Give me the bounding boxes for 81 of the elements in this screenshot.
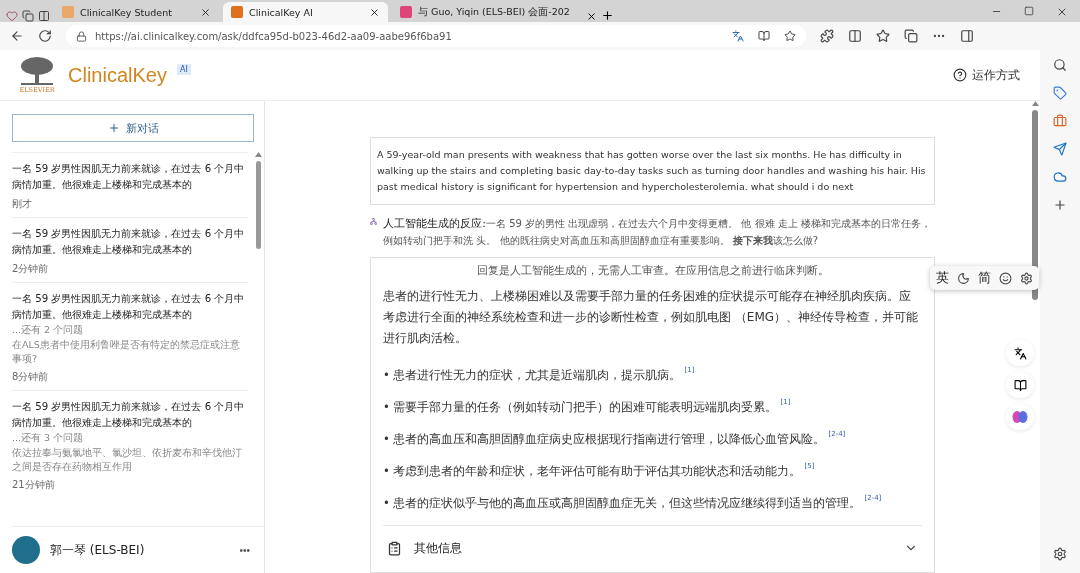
favorites-icon[interactable] [876, 29, 890, 43]
brand-name: ClinicalKey [68, 63, 167, 87]
close-icon[interactable] [369, 6, 380, 18]
emoji-icon[interactable] [999, 271, 1012, 285]
more-questions-note: ...还有 3 个问题 [12, 432, 85, 445]
settings-icon[interactable] [1053, 547, 1067, 561]
close-icon[interactable] [1056, 6, 1068, 18]
user-avatar [12, 536, 40, 564]
split-screen-icon[interactable] [848, 29, 862, 43]
collections-icon[interactable] [904, 29, 918, 43]
scrollbar-thumb[interactable] [255, 161, 261, 249]
conversation-title[interactable]: 一名 59 岁男性因肌无力前来就诊，在过去 6 个月中病情加重。他很难走上楼梯和完成基本的 [12, 291, 248, 323]
add-icon[interactable] [1053, 198, 1067, 212]
close-icon[interactable] [586, 11, 597, 22]
brain-icon [1012, 410, 1028, 424]
ai-response-text: 人工智能生成的反应:一名 59 岁的男性 出现虚弱，在过去六个月中变得更糟。 他 很难 走上 楼梯和完成基本的日常任务，例如转动门把手和洗 头。 他的既往病史对高血压和高胆固醇血症有重要影响。 接下来我该怎么做? [383, 216, 932, 248]
ai-badge: AI [176, 64, 191, 75]
conversation-time: 8分钟前 [12, 370, 50, 384]
disclaimer-text: 回复是人工智能生成的，无需人工审查。在应用信息之前进行临床判断。 [475, 264, 830, 278]
maximize-icon[interactable] [1024, 6, 1034, 16]
tab-actions-icon[interactable] [38, 10, 50, 22]
ime-language-key[interactable]: 英 [936, 269, 949, 287]
conversation-title[interactable]: 一名 59 岁男性因肌无力前来就诊，在过去 6 个月中病情加重。他很难走上楼梯和完成基本的 [12, 226, 248, 258]
more-info-row[interactable]: 其他信息 [383, 525, 922, 570]
tab-favicon-icon [400, 6, 412, 18]
send-icon[interactable] [1053, 142, 1067, 156]
read-aloud-icon[interactable] [758, 30, 770, 42]
cloud-icon[interactable] [1053, 170, 1067, 184]
brain-button[interactable] [1006, 404, 1034, 430]
browser-tab[interactable]: ClinicalKey AI [223, 2, 388, 22]
answer-bullet: • 患者的高血压和高胆固醇血症病史应根据现行指南进行管理，以降低心血管风险。 [383, 431, 826, 447]
settings-icon[interactable] [1020, 271, 1033, 285]
question-box: A 59-year-old man presents with weakness that has gotten worse over the last six months. He has difficulty in walking up the stairs and completing basic day-to-day tasks such as turning door handles and washing his hair. His past medical history is significant for hypertension and hypercholesterolemia. what should i do next [370, 137, 935, 205]
url-text: https://ai.clinicalkey.com/ask/ddfca95d-b023-46d2-aa09-aabe96f6ba91 [95, 30, 452, 42]
browser-tab[interactable]: 与 Guo, Yiqin (ELS-BEI) 会面-202 [392, 2, 582, 22]
answer-bullet: • 患者的症状似乎与他的高血压或高胆固醇血症无关，但这些情况应继续得到适当的管理。 [383, 495, 862, 511]
help-link[interactable]: 运作方式 [953, 66, 1020, 84]
translate-icon[interactable] [732, 30, 744, 42]
user-menu-button[interactable]: ••• [239, 544, 250, 556]
ai-nodes-icon [370, 215, 378, 228]
moon-icon[interactable] [957, 271, 970, 285]
tag-icon[interactable] [1053, 86, 1067, 100]
new-tab-icon[interactable] [601, 9, 614, 22]
conversation-time: 21分钟前 [12, 478, 56, 492]
back-icon[interactable] [10, 29, 24, 43]
tree-logo-icon [19, 56, 55, 86]
user-name: 郭一琴 (ELS-BEI) [50, 541, 145, 559]
briefcase-icon[interactable] [1053, 114, 1067, 128]
followup-question: 在ALS患者中使用利鲁唑是否有特定的禁忌症或注意事项? [12, 338, 241, 366]
conversation-title[interactable]: 一名 59 岁男性因肌无力前来就诊，在过去 6 个月中病情加重。他很难走上楼梯和完成基本的 [12, 161, 248, 193]
tab-favicon-icon [62, 6, 74, 18]
help-icon [953, 68, 967, 82]
ime-script-key[interactable]: 简 [978, 269, 991, 287]
plus-icon [107, 122, 120, 134]
conversation-time: 2分钟前 [12, 262, 50, 276]
translate-button[interactable] [1006, 340, 1034, 366]
conversation-title[interactable]: 一名 59 岁男性因肌无力前来就诊，在过去 6 个月中病情加重。他很难走上楼梯和完成基本的 [12, 399, 248, 431]
extensions-icon[interactable] [820, 29, 834, 43]
book-icon [1013, 378, 1027, 392]
scroll-up-icon[interactable] [254, 152, 262, 157]
answer-bullet: • 考虑到患者的年龄和症状，老年评估可能有助于评估其功能状态和活动能力。 [383, 463, 802, 479]
address-field[interactable]: https://ai.clinicalkey.com/ask/ddfca95d-b023-46d2-aa09-aabe96f6ba91 [66, 25, 806, 47]
followup-question: 依达拉奉与氨氯地平、氯沙坦、依折麦布和辛伐他汀之间是否存在药物相互作用 [12, 446, 243, 474]
favorite-star-icon[interactable] [784, 30, 796, 42]
sidebar-icon[interactable] [960, 29, 974, 43]
translate-icon [1013, 346, 1027, 360]
more-questions-note: ...还有 2 个问题 [12, 324, 85, 337]
answer-bullet: • 需要手部力量的任务（例如转动门把手）的困难可能表明远端肌肉受累。 [383, 399, 778, 415]
reader-button[interactable] [1006, 372, 1034, 398]
browser-tab[interactable]: ClinicalKey Student [54, 2, 219, 22]
workspaces-icon[interactable] [22, 10, 34, 22]
new-chat-button[interactable]: 新对话 [12, 114, 254, 142]
reload-icon[interactable] [38, 29, 52, 43]
close-icon[interactable] [200, 6, 211, 18]
conversation-time: 刚才 [12, 197, 33, 211]
scroll-up-icon[interactable] [1031, 101, 1039, 106]
answer-bullet: • 患者进行性无力的症状，尤其是近端肌肉，提示肌病。 [383, 367, 682, 383]
tab-favicon-icon [231, 6, 243, 18]
lock-icon [76, 30, 87, 42]
answer-summary: 患者的进行性无力、上楼梯困难以及需要手部力量的任务困难的症状提示可能存在神经肌肉疾病。应考虑进行全面的神经系统检查和进一步的诊断性检查，例如肌电图 （EMG）、神经传导检查，并可能进行肌肉活检。 [383, 288, 920, 347]
search-icon[interactable] [1053, 58, 1067, 72]
